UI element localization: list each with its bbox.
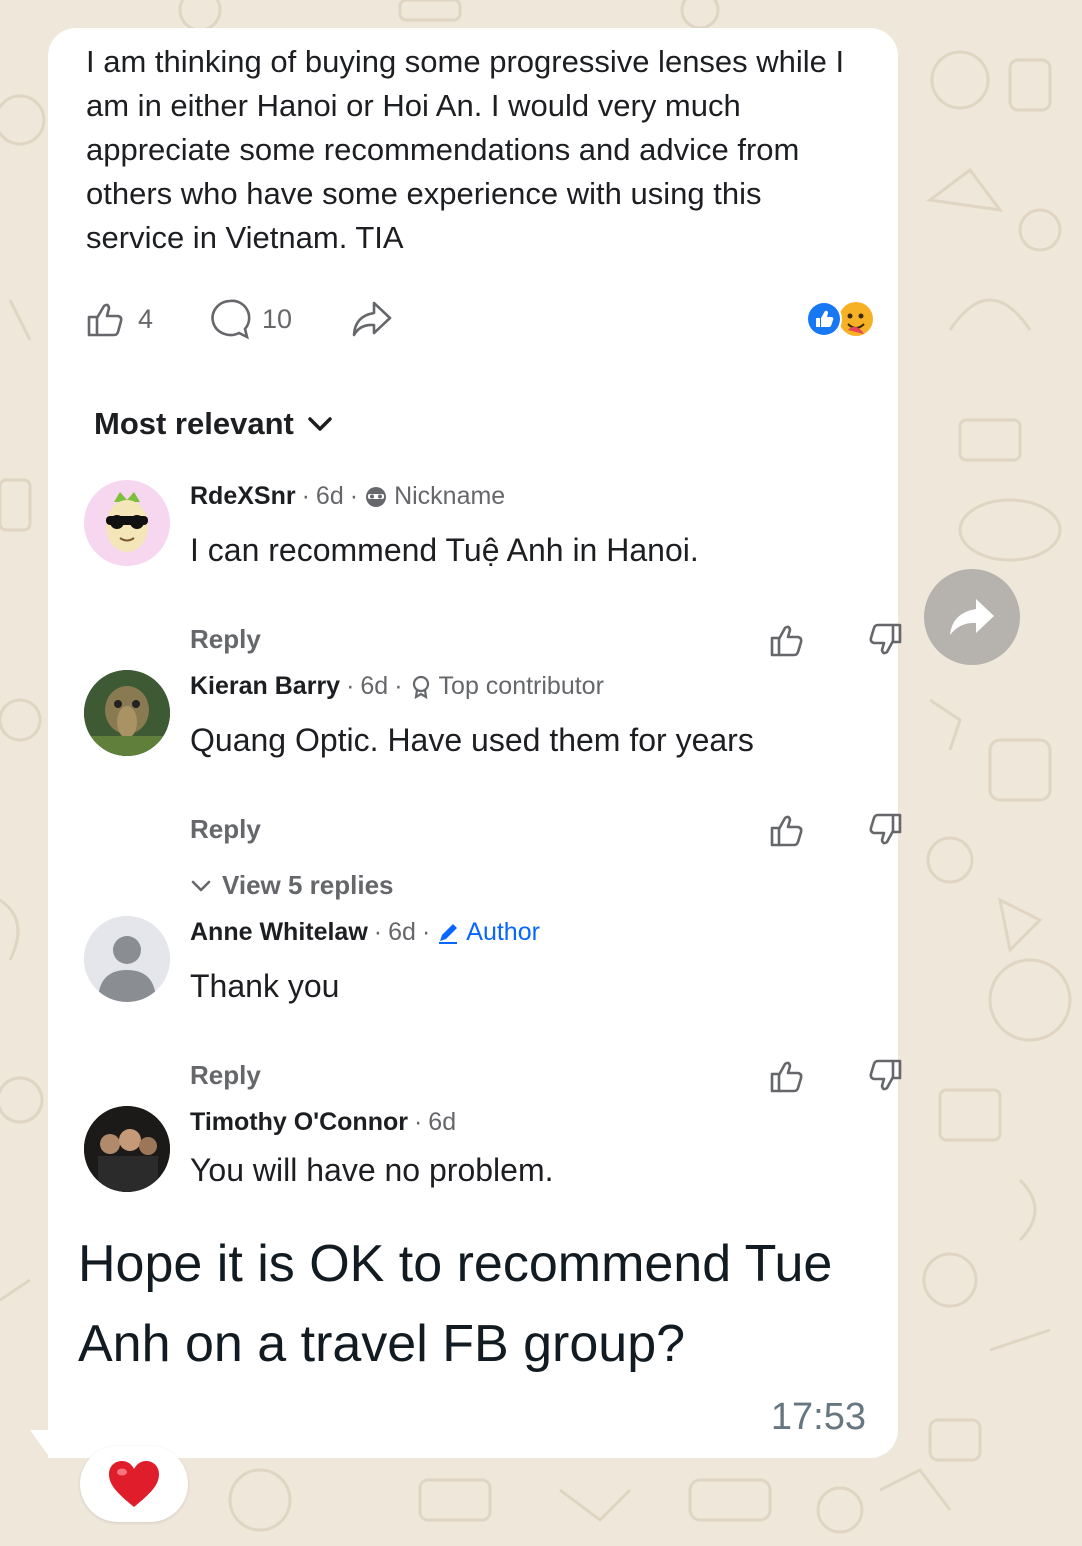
upvote-icon[interactable]	[768, 620, 808, 660]
message-text: Hope it is OK to recommend Tue Anh on a …	[78, 1235, 833, 1373]
share-action[interactable]	[350, 296, 394, 342]
forward-button[interactable]	[924, 569, 1020, 665]
thumbs-up-icon	[87, 303, 123, 337]
avatar-image	[106, 492, 148, 552]
comment-header: RdeXSnr · 6d · Nickname	[190, 482, 506, 511]
downvote-icon[interactable]	[864, 620, 904, 660]
heart-icon	[109, 1461, 159, 1507]
commenter-name[interactable]: Kieran Barry	[190, 672, 340, 701]
downvote-icon[interactable]	[864, 810, 904, 850]
message-reaction[interactable]: ❤️	[80, 1446, 188, 1522]
author-badge-label: Author	[466, 918, 540, 946]
comment-text: You will have no problem.	[190, 1152, 554, 1188]
share-arrow-icon	[352, 301, 392, 337]
message-bubble[interactable]: I am thinking of buying some progressive…	[48, 28, 902, 1458]
comment-bubble-icon	[211, 299, 251, 340]
comment-item: Anne Whitelaw · 6d · Author Thank you Re…	[84, 916, 902, 1093]
default-avatar-icon	[84, 916, 170, 1002]
forward-arrow-icon	[950, 599, 994, 635]
nickname-mask-icon	[366, 486, 387, 507]
like-action[interactable]: 4	[84, 296, 153, 342]
bubble-tail	[30, 1430, 50, 1458]
upvote-icon[interactable]	[768, 1056, 808, 1096]
comment-time: 6d	[360, 672, 389, 700]
comment-header: Kieran Barry · 6d · Top contributor	[190, 672, 604, 701]
like-count: 4	[138, 303, 154, 334]
commenter-name[interactable]: RdeXSnr	[190, 482, 296, 511]
comment-item: Kieran Barry · 6d · Top contributor Quan…	[84, 670, 902, 901]
comment-time: 6d	[315, 482, 344, 510]
view-replies-label: View 5 replies	[222, 870, 394, 900]
comment-count: 10	[262, 303, 293, 334]
comment-action[interactable]: 10	[208, 296, 292, 342]
post-actions-bar: 4 10	[84, 296, 874, 342]
comment-badge-label: Top contributor	[438, 672, 604, 700]
commenter-name[interactable]: Anne Whitelaw	[190, 918, 368, 947]
comment-text: I can recommend Tuệ Anh in Hanoi.	[190, 532, 699, 568]
sort-dropdown[interactable]: Most relevant	[94, 406, 334, 442]
downvote-icon[interactable]	[864, 1056, 904, 1096]
reaction-summary-icons	[806, 301, 873, 337]
comment-time: 6d	[388, 918, 416, 946]
chevron-down-icon	[308, 417, 332, 431]
avatar[interactable]	[84, 1106, 170, 1192]
pencil-icon	[439, 923, 458, 944]
comment-header: Timothy O'Connor · 6d	[190, 1108, 457, 1137]
reply-button[interactable]: Reply	[190, 1060, 261, 1091]
commenter-name[interactable]: Timothy O'Connor	[190, 1108, 408, 1137]
chevron-down-icon	[191, 880, 211, 891]
comment-time: 6d	[428, 1108, 457, 1136]
comment-item: Timothy O'Connor · 6d You will have no p…	[84, 1106, 874, 1206]
avatar[interactable]	[84, 916, 170, 1002]
view-replies-button[interactable]: View 5 replies	[190, 870, 394, 901]
post-text: I am thinking of buying some progressive…	[86, 44, 845, 255]
reply-button[interactable]: Reply	[190, 814, 261, 845]
sort-label: Most relevant	[94, 406, 294, 441]
avatar-image	[84, 670, 170, 756]
upvote-icon[interactable]	[768, 810, 808, 850]
comment-item: RdeXSnr · 6d · Nickname I can recommend …	[84, 480, 902, 657]
message-timestamp: 17:53	[770, 1396, 866, 1438]
comment-text: Quang Optic. Have used them for years	[190, 722, 754, 758]
reply-button[interactable]: Reply	[190, 624, 261, 655]
avatar-image	[84, 1106, 170, 1192]
comment-badge-label: Nickname	[394, 482, 506, 510]
comment-text: Thank you	[190, 968, 340, 1004]
top-contributor-icon	[412, 675, 429, 699]
comment-header: Anne Whitelaw · 6d · Author	[190, 918, 540, 947]
avatar[interactable]	[84, 480, 170, 566]
avatar[interactable]	[84, 670, 170, 756]
